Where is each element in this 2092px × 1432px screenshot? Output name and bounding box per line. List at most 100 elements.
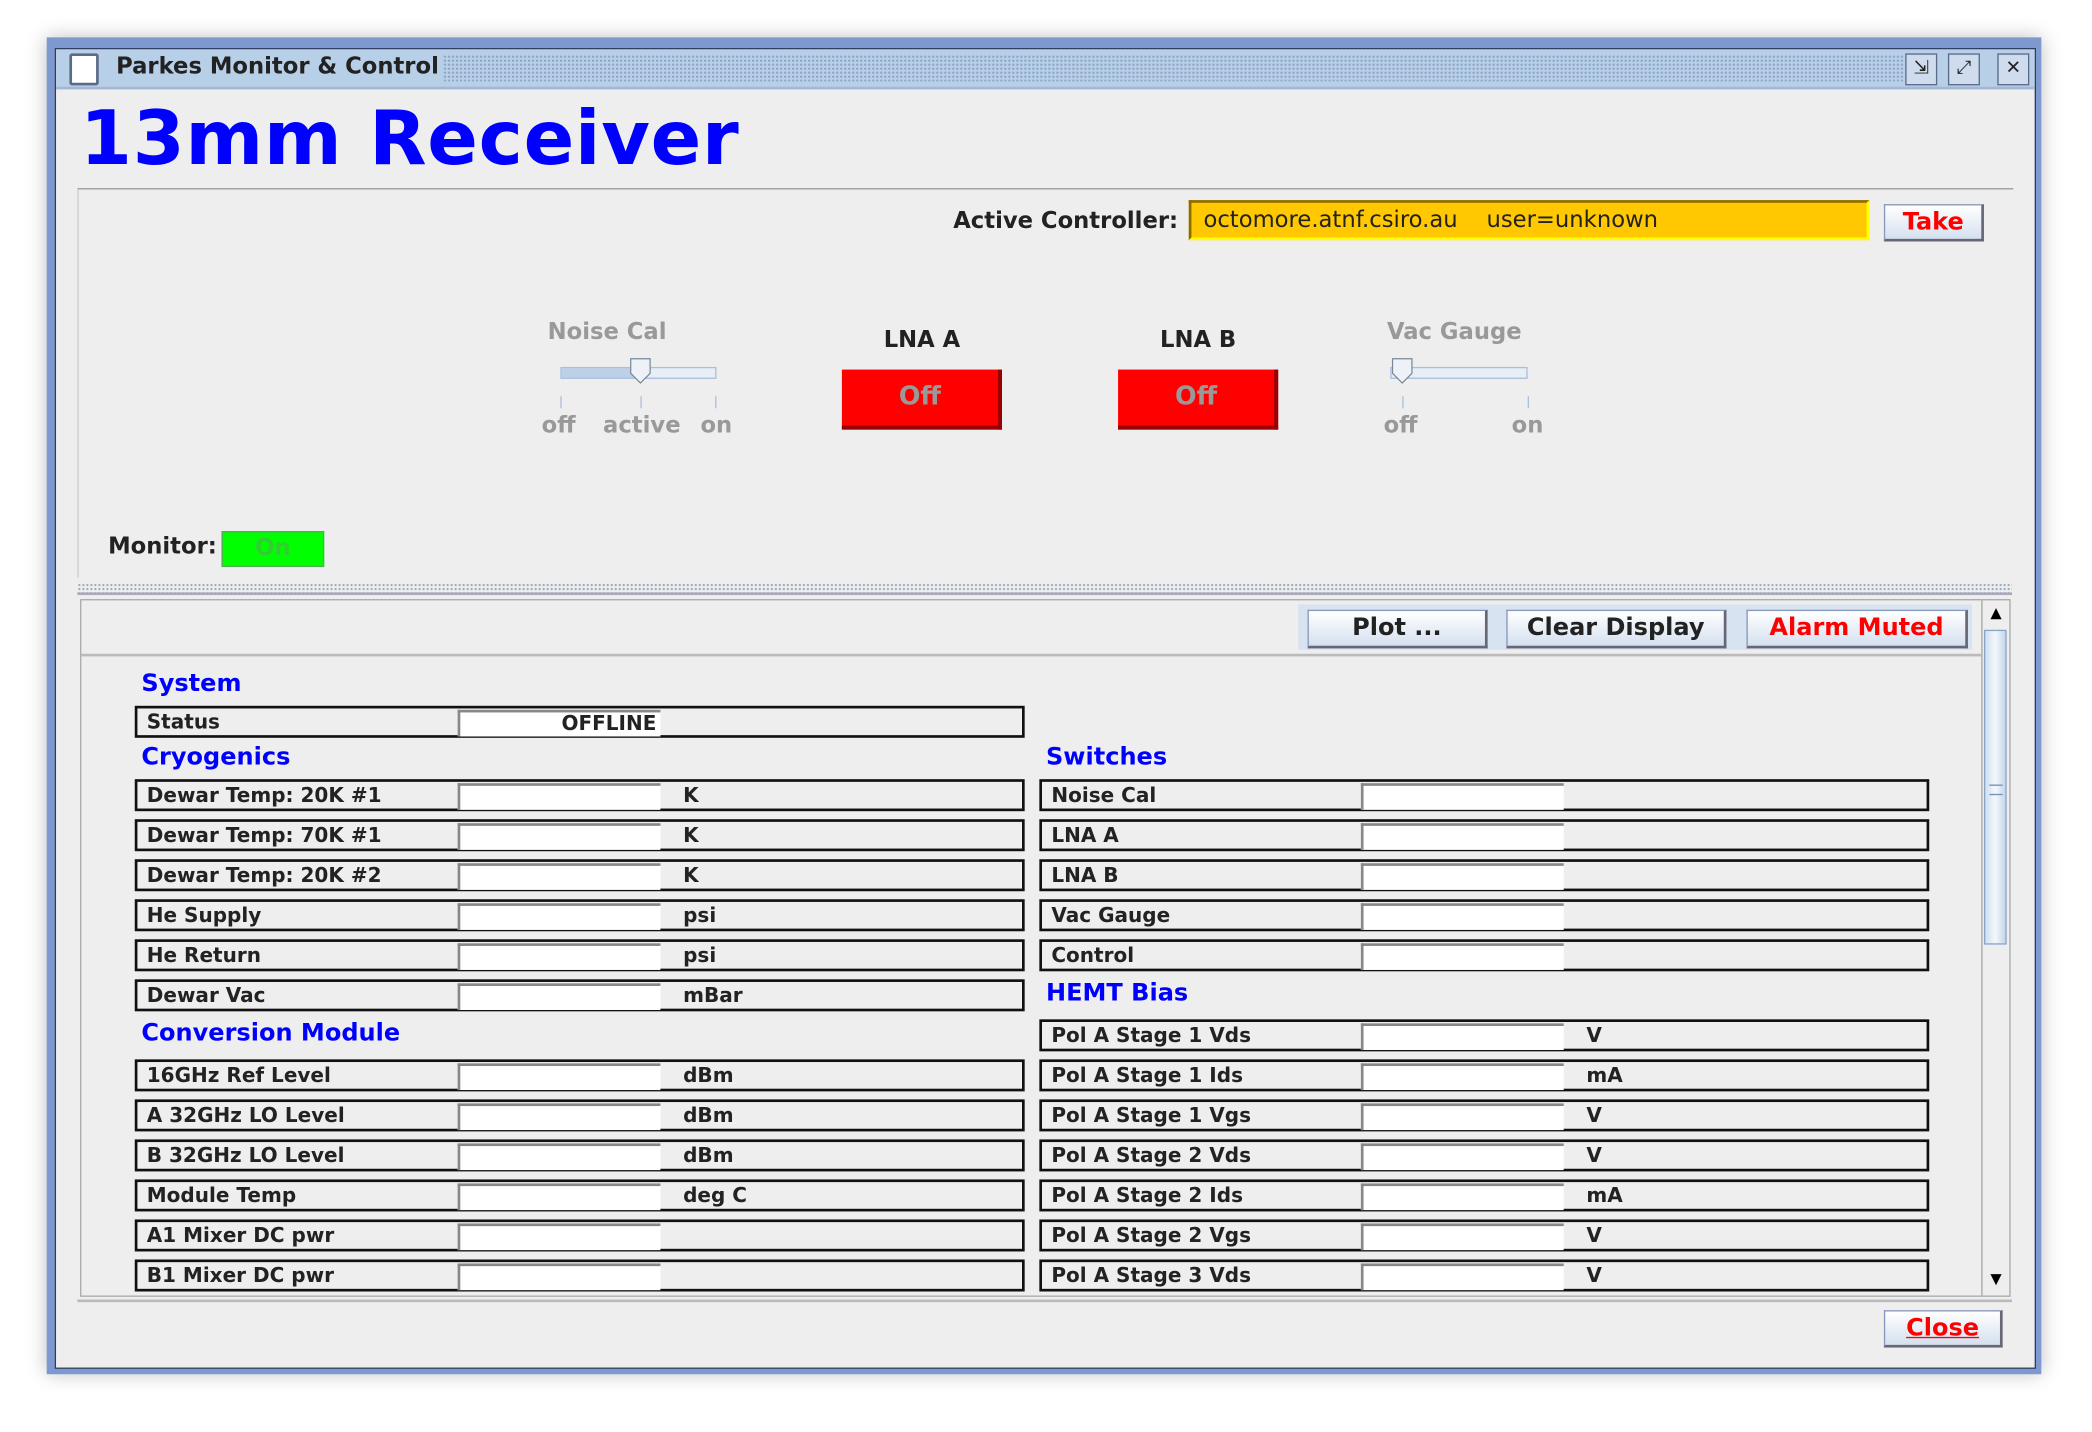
monitor-panel: Plot ... Clear Display Alarm Muted Syste… — [80, 599, 1983, 1297]
lna-b-button[interactable]: Off — [1118, 369, 1279, 430]
row-label: Dewar Temp: 70K #1 — [146, 823, 382, 848]
table-row: Dewar Temp: 20K #2 K — [134, 859, 1025, 892]
table-row: He Return psi — [134, 939, 1025, 972]
row-label: Pol A Stage 2 Ids — [1051, 1183, 1243, 1208]
table-row: Control — [1039, 939, 1930, 972]
row-value — [457, 1143, 661, 1171]
row-unit: deg C — [683, 1183, 748, 1208]
scroll-up-arrow-icon[interactable]: ▲ — [1983, 600, 2010, 627]
row-value — [457, 903, 661, 930]
row-unit: mBar — [683, 983, 743, 1008]
noise-cal-label: Noise Cal — [547, 318, 667, 346]
table-row: B 32GHz LO Level dBm — [134, 1139, 1025, 1172]
row-unit: psi — [683, 903, 717, 928]
lna-a-label: LNA A — [883, 326, 961, 354]
table-row: Pol A Stage 2 Vgs V — [1039, 1219, 1930, 1252]
table-row: A1 Mixer DC pwr — [134, 1219, 1025, 1252]
row-unit: V — [1586, 1023, 1602, 1048]
table-row: Pol A Stage 1 Ids mA — [1039, 1059, 1930, 1092]
table-row: Pol A Stage 2 Vds V — [1039, 1139, 1930, 1172]
row-value — [1360, 1263, 1564, 1291]
row-label: He Return — [146, 943, 261, 968]
row-unit: V — [1586, 1263, 1602, 1288]
row-value — [457, 783, 661, 810]
footer-panel — [77, 1299, 2012, 1369]
row-label: Vac Gauge — [1051, 903, 1171, 928]
section-title-cryogenics: Cryogenics — [141, 743, 291, 772]
row-label: Pol A Stage 2 Vgs — [1051, 1223, 1252, 1248]
table-row: LNA A — [1039, 819, 1930, 852]
row-label: Pol A Stage 3 Vds — [1051, 1263, 1252, 1288]
row-unit: K — [683, 783, 699, 808]
table-row: Dewar Vac mBar — [134, 979, 1025, 1012]
section-title-system: System — [141, 669, 242, 698]
vertical-scrollbar[interactable]: ▲ ▼ — [1981, 599, 2011, 1297]
row-unit: mA — [1586, 1183, 1623, 1208]
row-label: Dewar Temp: 20K #2 — [146, 863, 382, 888]
row-unit: dBm — [683, 1063, 734, 1088]
active-controller-field: octomore.atnf.csiro.au user=unknown — [1188, 200, 1870, 241]
close-button[interactable]: Close — [1883, 1310, 2003, 1348]
row-label: Pol A Stage 1 Vds — [1051, 1023, 1252, 1048]
close-icon[interactable]: ✕ — [1997, 53, 2030, 86]
row-value — [1360, 863, 1564, 890]
row-unit: V — [1586, 1223, 1602, 1248]
tick — [1527, 396, 1529, 409]
control-panel — [77, 188, 2014, 578]
table-row: Pol A Stage 1 Vds V — [1039, 1019, 1930, 1052]
tick — [640, 396, 642, 409]
title-bar[interactable]: Parkes Monitor & Control ⇲ ⤢ ✕ — [56, 49, 2035, 90]
vac-gauge-tick-off: off — [1383, 412, 1418, 439]
lna-b-label: LNA B — [1160, 326, 1237, 354]
row-value: OFFLINE — [457, 709, 661, 737]
row-label: Pol A Stage 1 Ids — [1051, 1063, 1243, 1088]
table-row: Noise Cal — [1039, 779, 1930, 812]
window-title: Parkes Monitor & Control — [116, 53, 439, 81]
monitor-status: On — [221, 531, 325, 568]
vac-gauge-slider-thumb[interactable] — [1390, 358, 1414, 385]
row-label: LNA B — [1051, 863, 1119, 888]
scrollbar-thumb[interactable] — [1983, 629, 2007, 945]
row-label: A1 Mixer DC pwr — [146, 1223, 335, 1248]
tick — [715, 396, 717, 409]
table-row: Pol A Stage 1 Vgs V — [1039, 1099, 1930, 1132]
window-icon — [69, 53, 99, 86]
monitor-points: System Status OFFLINE Cryogenics Dewar Temp:… — [81, 600, 1981, 1295]
table-row: A 32GHz LO Level dBm — [134, 1099, 1025, 1132]
noise-cal-slider-thumb[interactable] — [628, 358, 652, 385]
row-value — [1360, 1063, 1564, 1091]
vac-gauge-label: Vac Gauge — [1386, 318, 1522, 346]
split-pane-divider[interactable] — [77, 583, 2012, 596]
row-value — [457, 943, 661, 970]
noise-cal-tick-off: off — [541, 412, 576, 439]
row-value — [1360, 1223, 1564, 1251]
row-value — [457, 1063, 661, 1091]
table-row: Status OFFLINE — [134, 705, 1025, 738]
row-value — [1360, 783, 1564, 810]
row-unit: mA — [1586, 1063, 1623, 1088]
row-label: Control — [1051, 943, 1135, 968]
row-value — [457, 1103, 661, 1131]
row-unit: dBm — [683, 1103, 734, 1128]
scroll-down-arrow-icon[interactable]: ▼ — [1983, 1266, 2010, 1293]
row-label: Dewar Vac — [146, 983, 266, 1008]
iconify-icon[interactable]: ⇲ — [1905, 53, 1938, 86]
row-unit: psi — [683, 943, 717, 968]
row-value — [457, 823, 661, 850]
table-row: B1 Mixer DC pwr — [134, 1259, 1025, 1292]
row-label: Pol A Stage 2 Vds — [1051, 1143, 1252, 1168]
monitor-label: Monitor: — [108, 533, 217, 561]
tick — [1402, 396, 1404, 409]
maximize-icon[interactable]: ⤢ — [1947, 53, 1980, 86]
grip-icon — [1989, 784, 2003, 796]
row-value — [1360, 823, 1564, 850]
row-label: LNA A — [1051, 823, 1119, 848]
row-value — [457, 1223, 661, 1251]
table-row: Vac Gauge — [1039, 899, 1930, 932]
noise-cal-tick-active: active — [603, 412, 681, 439]
vac-gauge-tick-on: on — [1511, 412, 1544, 439]
take-button[interactable]: Take — [1883, 204, 1984, 242]
row-unit: dBm — [683, 1143, 734, 1168]
lna-a-button[interactable]: Off — [841, 369, 1002, 430]
row-value — [457, 1263, 661, 1291]
